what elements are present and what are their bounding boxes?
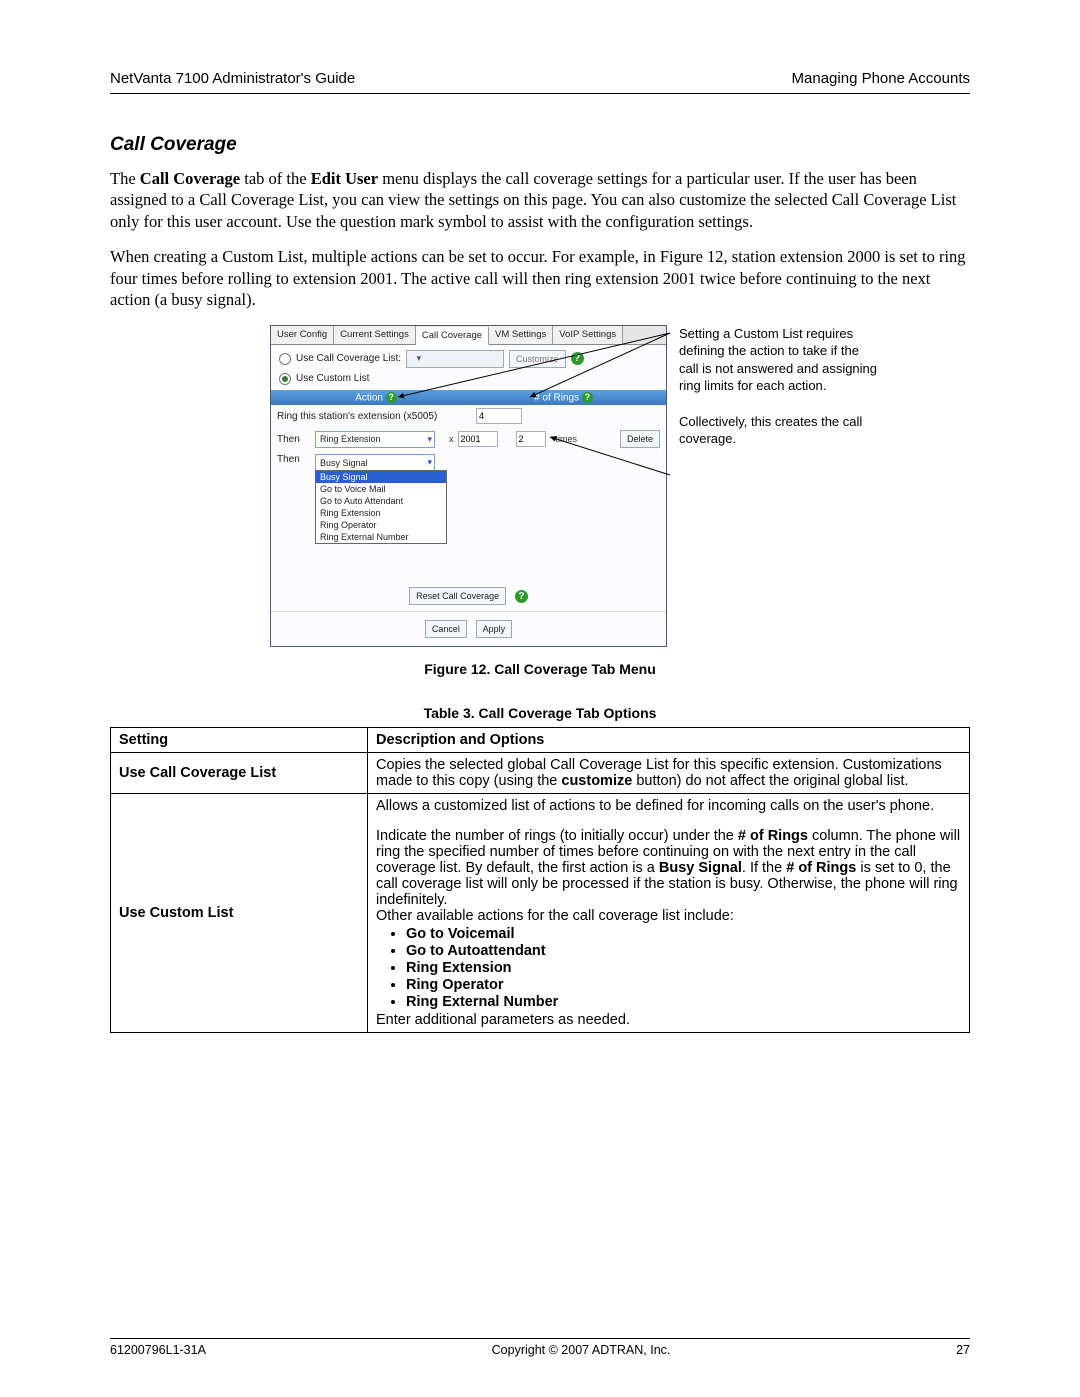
- customize-button[interactable]: Customize: [509, 350, 566, 368]
- dropdown-option[interactable]: Ring External Number: [316, 531, 446, 543]
- dropdown-option[interactable]: Go to Auto Attendant: [316, 495, 446, 507]
- paragraph-1: The Call Coverage tab of the Edit User m…: [110, 168, 970, 232]
- help-icon[interactable]: ?: [582, 392, 593, 403]
- header-rings: # of Rings: [534, 392, 579, 403]
- dropdown-option[interactable]: Ring Operator: [316, 519, 446, 531]
- help-icon[interactable]: ?: [386, 392, 397, 403]
- cancel-button[interactable]: Cancel: [425, 620, 467, 638]
- footer-left: 61200796L1-31A: [110, 1343, 206, 1357]
- chevron-down-icon: ▾: [427, 457, 432, 468]
- row0-label: Ring this station's extension (x5005): [277, 411, 472, 422]
- ext-input[interactable]: [458, 431, 498, 447]
- header-left: NetVanta 7100 Administrator's Guide: [110, 70, 355, 87]
- th-desc: Description and Options: [368, 728, 970, 753]
- figure-12: User Config Current Settings Call Covera…: [270, 325, 970, 648]
- cell-setting-1: Use Call Coverage List: [111, 753, 368, 794]
- row-then-2: Then Busy Signal ▾ Busy Signal Go to Voi…: [271, 451, 666, 547]
- help-icon[interactable]: ?: [571, 352, 584, 365]
- times-label: times: [556, 434, 578, 444]
- page-header: NetVanta 7100 Administrator's Guide Mana…: [110, 70, 970, 94]
- th-setting: Setting: [111, 728, 368, 753]
- header-right: Managing Phone Accounts: [792, 70, 970, 87]
- tab-user-config[interactable]: User Config: [271, 326, 334, 344]
- coverage-list-select[interactable]: ▾: [406, 350, 504, 368]
- option-use-list: Use Call Coverage List: ▾ Customize ?: [271, 345, 666, 373]
- reset-button[interactable]: Reset Call Coverage: [409, 587, 506, 605]
- action-select-1[interactable]: Ring Extension ▾: [315, 431, 435, 448]
- then-label: Then: [277, 434, 311, 445]
- delete-button[interactable]: Delete: [620, 430, 660, 448]
- paragraph-2: When creating a Custom List, multiple ac…: [110, 246, 970, 310]
- annotation-column: Setting a Custom List requires defining …: [679, 325, 879, 648]
- radio-custom-list[interactable]: [279, 373, 291, 385]
- label-use-list: Use Call Coverage List:: [296, 353, 401, 364]
- action-select-2[interactable]: Busy Signal ▾ Busy Signal Go to Voice Ma…: [315, 454, 435, 471]
- figure-caption: Figure 12. Call Coverage Tab Menu: [110, 661, 970, 677]
- action-dropdown[interactable]: Busy Signal Go to Voice Mail Go to Auto …: [315, 470, 447, 544]
- list-item: Go to Voicemail: [406, 926, 961, 942]
- then-label: Then: [277, 454, 311, 465]
- label-custom-list: Use Custom List: [296, 373, 369, 384]
- chevron-down-icon: ▾: [417, 353, 422, 364]
- tab-call-coverage[interactable]: Call Coverage: [416, 327, 489, 345]
- dropdown-option[interactable]: Go to Voice Mail: [316, 483, 446, 495]
- tab-current-settings[interactable]: Current Settings: [334, 326, 416, 344]
- apply-button[interactable]: Apply: [476, 620, 513, 638]
- options-table: Setting Description and Options Use Call…: [110, 727, 970, 1033]
- dialog-footer: Cancel Apply: [271, 611, 666, 646]
- row-station-ext: Ring this station's extension (x5005): [271, 405, 666, 427]
- row0-rings-input[interactable]: [476, 408, 522, 424]
- cell-setting-2: Use Custom List: [111, 794, 368, 1033]
- dropdown-option[interactable]: Busy Signal: [316, 471, 446, 483]
- option-custom-list: Use Custom List: [271, 373, 666, 390]
- actions-list: Go to Voicemail Go to Autoattendant Ring…: [406, 926, 961, 1010]
- tab-vm-settings[interactable]: VM Settings: [489, 326, 553, 344]
- header-action: Action: [355, 392, 383, 403]
- chevron-down-icon: ▾: [427, 434, 432, 445]
- page: NetVanta 7100 Administrator's Guide Mana…: [0, 0, 1080, 1397]
- row1-rings-input[interactable]: [516, 431, 546, 447]
- reset-row: Reset Call Coverage ?: [271, 547, 666, 611]
- list-item: Ring Extension: [406, 960, 961, 976]
- section-title: Call Coverage: [110, 134, 970, 156]
- list-item: Ring Operator: [406, 977, 961, 993]
- cell-desc-1: Copies the selected global Call Coverage…: [368, 753, 970, 794]
- footer-right: 27: [956, 1343, 970, 1357]
- tabs-bar: User Config Current Settings Call Covera…: [271, 326, 666, 345]
- table-caption: Table 3. Call Coverage Tab Options: [110, 705, 970, 721]
- tab-voip-settings[interactable]: VoIP Settings: [553, 326, 623, 344]
- page-footer: 61200796L1-31A Copyright © 2007 ADTRAN, …: [110, 1338, 970, 1357]
- list-item: Go to Autoattendant: [406, 943, 961, 959]
- radio-use-list[interactable]: [279, 353, 291, 365]
- annotation-2: Collectively, this creates the call cove…: [679, 413, 879, 448]
- list-item: Ring External Number: [406, 994, 961, 1010]
- columns-header: Action ? # of Rings ?: [271, 390, 666, 406]
- call-coverage-panel: User Config Current Settings Call Covera…: [270, 325, 667, 648]
- annotation-1: Setting a Custom List requires defining …: [679, 325, 879, 395]
- row-then-1: Then Ring Extension ▾ x times Delete: [271, 427, 666, 451]
- ext-prefix: x: [449, 434, 454, 444]
- help-icon[interactable]: ?: [515, 590, 528, 603]
- dropdown-option[interactable]: Ring Extension: [316, 507, 446, 519]
- footer-center: Copyright © 2007 ADTRAN, Inc.: [492, 1343, 671, 1357]
- cell-desc-2: Allows a customized list of actions to b…: [368, 794, 970, 1033]
